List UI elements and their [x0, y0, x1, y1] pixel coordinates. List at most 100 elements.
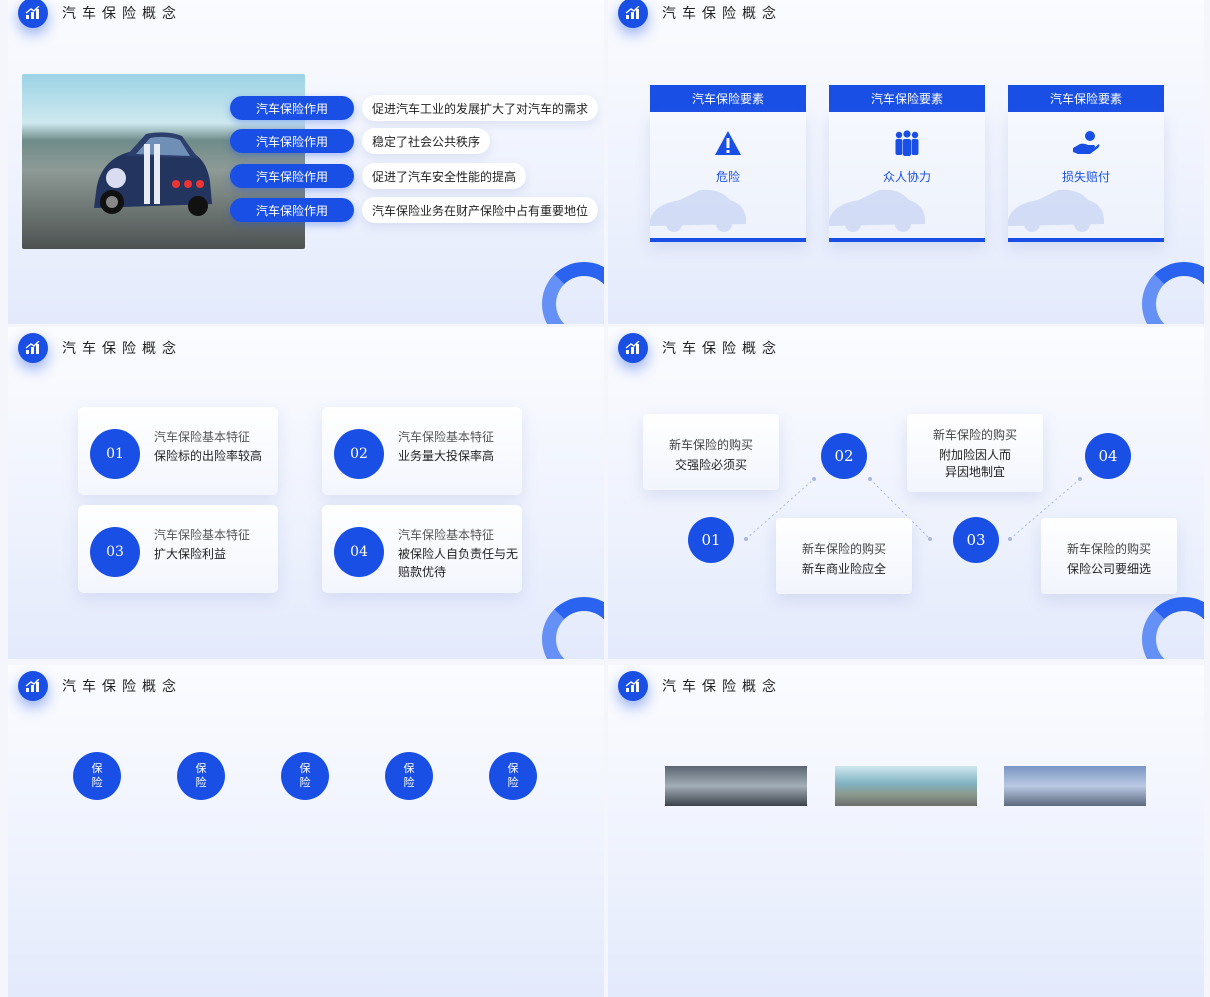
step-number: 03: [953, 517, 999, 563]
card-body: 危险: [650, 112, 806, 242]
step-title: 新车保险的购买: [668, 438, 753, 452]
feature-card: 04 汽车保险基本特征 被保险人自负责任与无赔款优待: [322, 505, 522, 593]
card-header: 汽车保险要素: [650, 85, 806, 112]
slide-header: 汽车保险概念: [18, 671, 182, 701]
slide-title: 汽车保险概念: [62, 341, 182, 357]
tag-pill: 汽车保险作用: [230, 198, 354, 222]
feature-card: 01 汽车保险基本特征 保险标的出险率较高: [78, 407, 278, 495]
slide-title: 汽车保险概念: [662, 6, 782, 22]
step-card: 新车保险的购买 保险公司要细选: [1041, 518, 1177, 594]
slide-header: 汽车保险概念: [18, 333, 182, 363]
bubble: 保险: [489, 752, 537, 800]
feature-desc: 扩大保险利益: [154, 547, 227, 561]
step-desc: 交强险必须买: [674, 458, 747, 472]
bubble: 保险: [385, 752, 433, 800]
racetrack-photo: [835, 766, 977, 806]
chart-up-icon: [618, 0, 648, 28]
card-label: 众人协力: [882, 170, 931, 184]
slide-6[interactable]: 汽车保险概念: [608, 665, 1204, 997]
step-desc: 保险公司要细选: [1066, 562, 1151, 576]
car-sky-photo: [1004, 766, 1146, 806]
slide-header: 汽车保险概念: [18, 0, 182, 28]
feature-desc: 业务量大投保率高: [398, 449, 495, 463]
feature-title: 汽车保险基本特征: [398, 528, 495, 542]
tag-pill: 汽车保险作用: [230, 96, 354, 120]
card-header: 汽车保险要素: [829, 85, 985, 112]
chart-up-icon: [18, 671, 48, 701]
bubble-label: 保险: [195, 762, 207, 789]
step-title: 新车保险的购买: [801, 542, 886, 556]
slide-1[interactable]: 汽车保险概念 汽车保险作用 促进汽车工业的发展扩大了对汽车的需求 汽车保险作用 …: [8, 0, 604, 324]
engine-photo: [665, 766, 807, 806]
slide-3[interactable]: 汽车保险概念 01 汽车保险基本特征 保险标的出险率较高 02 汽车保险基本特征…: [8, 327, 604, 659]
step-desc: 新车商业险应全: [801, 562, 886, 576]
list-item: 汽车保险作用 稳定了社会公共秩序: [230, 128, 491, 154]
bubble-label: 保险: [91, 762, 103, 789]
feature-number: 03: [90, 527, 140, 577]
tag-pill: 汽车保险作用: [230, 164, 354, 188]
chart-up-icon: [18, 0, 48, 28]
step-card: 新车保险的购买 交强险必须买: [643, 414, 779, 490]
feature-title: 汽车保险基本特征: [398, 430, 495, 444]
row-text: 汽车保险业务在财产保险中占有重要地位: [362, 197, 599, 223]
warning-icon: [650, 130, 806, 160]
list-item: 汽车保险作用 汽车保险业务在财产保险中占有重要地位: [230, 197, 599, 223]
feature-card: 02 汽车保险基本特征 业务量大投保率高: [322, 407, 522, 495]
step-desc: 附加险因人而异因地制宜: [938, 448, 1011, 479]
car-silhouette-icon: [650, 189, 746, 232]
element-card: 汽车保险要素 危险: [650, 85, 806, 245]
step-title: 新车保险的购买: [932, 428, 1017, 442]
bubble: 保险: [177, 752, 225, 800]
tag-pill: 汽车保险作用: [230, 129, 354, 153]
row-text: 促进了汽车安全性能的提高: [362, 163, 527, 189]
feature-title: 汽车保险基本特征: [154, 430, 251, 444]
feature-number: 04: [334, 527, 384, 577]
feature-desc: 保险标的出险率较高: [154, 449, 263, 463]
connector-lines: [744, 477, 1082, 541]
bubble-label: 保险: [299, 762, 311, 789]
bubble: 保险: [73, 752, 121, 800]
row-text: 稳定了社会公共秩序: [362, 128, 491, 154]
feature-desc: 被保险人自负责任与无赔款优待: [398, 547, 519, 579]
element-card: 汽车保险要素 损失赔付: [1008, 85, 1164, 245]
feature-number: 02: [334, 429, 384, 479]
chart-up-icon: [18, 333, 48, 363]
car-icon: [94, 132, 212, 216]
hand-money-icon: [1008, 130, 1164, 160]
feature-title: 汽车保险基本特征: [154, 528, 251, 542]
slide-5[interactable]: 汽车保险概念 保险 保险 保险 保险 保险: [8, 665, 604, 997]
feature-card: 03 汽车保险基本特征 扩大保险利益: [78, 505, 278, 593]
card-body: 众人协力: [829, 112, 985, 242]
slide-header: 汽车保险概念: [618, 671, 782, 701]
card-header: 汽车保险要素: [1008, 85, 1164, 112]
step-number: 01: [688, 517, 734, 563]
list-item: 汽车保险作用 促进汽车工业的发展扩大了对汽车的需求: [230, 95, 599, 121]
slide-4[interactable]: 汽车保险概念 新车保险的购买 交强险必须买 01 02 新车保险的购买 新车商业…: [608, 327, 1204, 659]
step-card: 新车保险的购买 新车商业险应全: [776, 518, 912, 594]
slide-header: 汽车保险概念: [618, 0, 782, 28]
step-number: 02: [821, 433, 867, 479]
slide-title: 汽车保险概念: [62, 679, 182, 695]
car-silhouette-icon: [829, 189, 925, 232]
list-item: 汽车保险作用 促进了汽车安全性能的提高: [230, 163, 527, 189]
bubble-label: 保险: [507, 762, 519, 789]
feature-number: 01: [90, 429, 140, 479]
step-title: 新车保险的购买: [1066, 542, 1151, 556]
corner-decoration: [542, 262, 604, 324]
bubble-label: 保险: [403, 762, 415, 789]
card-body: 损失赔付: [1008, 112, 1164, 242]
step-card: 新车保险的购买 附加险因人而异因地制宜: [907, 414, 1043, 492]
step-number: 04: [1085, 433, 1131, 479]
chart-up-icon: [618, 671, 648, 701]
corner-decoration: [1142, 262, 1204, 324]
card-label: 危险: [715, 170, 740, 184]
slide-2[interactable]: 汽车保险概念 汽车保险要素 危险 汽车保险要素 众人协力 汽车保险要素 损失赔付: [608, 0, 1204, 324]
corner-decoration: [542, 597, 604, 659]
slide-title: 汽车保险概念: [662, 679, 782, 695]
bubble: 保险: [281, 752, 329, 800]
row-text: 促进汽车工业的发展扩大了对汽车的需求: [362, 95, 599, 121]
slide-title: 汽车保险概念: [62, 6, 182, 22]
card-label: 损失赔付: [1061, 170, 1110, 184]
people-icon: [829, 130, 985, 160]
element-card: 汽车保险要素 众人协力: [829, 85, 985, 245]
